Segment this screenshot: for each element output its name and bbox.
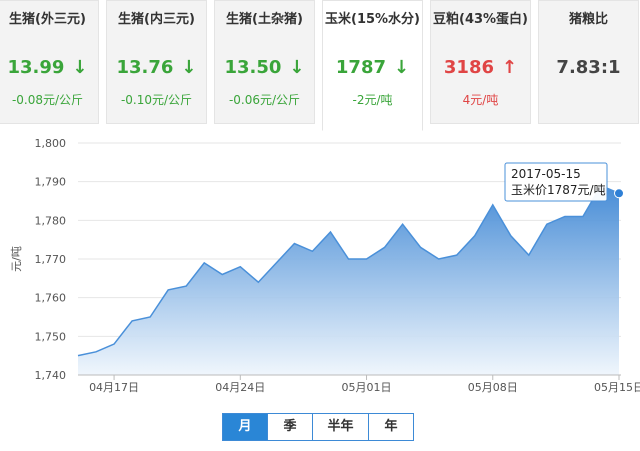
- x-tick-label: 05月01日: [342, 381, 392, 394]
- tab-month[interactable]: 月: [222, 413, 268, 441]
- card-change: -0.10元/公斤: [120, 93, 193, 107]
- card-title: 玉米(15%水分): [325, 12, 420, 27]
- card-price: 7.83:1: [556, 57, 621, 78]
- price-card[interactable]: 生猪(土杂猪) 13.50 ↓ -0.06元/公斤: [214, 0, 315, 124]
- price-card-active[interactable]: 玉米(15%水分) 1787 ↓ -2元/吨: [322, 0, 423, 131]
- data-point-marker: [614, 188, 624, 199]
- y-tick-label: 1,760: [35, 292, 67, 305]
- tab-quarter[interactable]: 季: [267, 413, 313, 441]
- price-cards: 生猪(外三元) 13.99 ↓ -0.08元/公斤 生猪(内三元) 13.76 ↓ …: [0, 0, 640, 131]
- card-title: 豆粕(43%蛋白): [433, 12, 528, 27]
- y-axis-label: 元/吨: [10, 246, 23, 272]
- down-arrow-icon: ↓: [181, 57, 197, 78]
- y-tick-label: 1,780: [35, 214, 67, 227]
- price-chart: 1,740 1,750 1,760 1,770 1,780 1,790 1,800 04月17…: [0, 130, 640, 400]
- down-arrow-icon: ↓: [289, 57, 305, 78]
- y-tick-label: 1,790: [35, 176, 67, 189]
- y-tick-label: 1,740: [35, 369, 67, 382]
- tooltip-date: 2017-05-15: [511, 167, 581, 181]
- tooltip-value: 玉米价1787元/吨: [511, 183, 606, 197]
- down-arrow-icon: ↓: [72, 57, 88, 78]
- card-title: 生猪(内三元): [118, 12, 195, 27]
- tab-half-year[interactable]: 半年: [312, 413, 369, 441]
- card-price: 13.99 ↓: [7, 57, 88, 78]
- tab-year[interactable]: 年: [368, 413, 414, 441]
- y-tick-label: 1,770: [35, 253, 67, 266]
- card-title: 猪粮比: [568, 12, 608, 27]
- card-change: 4元/吨: [462, 93, 499, 107]
- chart-svg: 1,740 1,750 1,760 1,770 1,780 1,790 1,800 04月17…: [10, 137, 640, 394]
- x-tick-label: 04月17日: [89, 381, 139, 394]
- price-card[interactable]: 猪粮比 7.83:1: [538, 0, 639, 124]
- card-change: -0.08元/公斤: [11, 93, 84, 107]
- card-price: 13.50 ↓: [224, 57, 305, 78]
- card-title: 生猪(外三元): [9, 12, 86, 27]
- up-arrow-icon: ↑: [502, 57, 518, 78]
- x-tick-label: 04月24日: [215, 381, 265, 394]
- y-tick-label: 1,750: [35, 330, 67, 343]
- card-title: 生猪(土杂猪): [226, 12, 303, 27]
- card-change: -0.06元/公斤: [228, 93, 301, 107]
- y-tick-label: 1,800: [35, 137, 67, 150]
- down-arrow-icon: ↓: [394, 57, 410, 78]
- card-price: 1787 ↓: [335, 57, 410, 78]
- card-price: 3186 ↑: [443, 57, 518, 78]
- price-card[interactable]: 豆粕(43%蛋白) 3186 ↑ 4元/吨: [430, 0, 531, 124]
- period-tabs: 月 季 半年 年: [222, 413, 414, 441]
- card-price: 13.76 ↓: [116, 57, 197, 78]
- price-card[interactable]: 生猪(外三元) 13.99 ↓ -0.08元/公斤: [0, 0, 99, 124]
- price-card[interactable]: 生猪(内三元) 13.76 ↓ -0.10元/公斤: [106, 0, 207, 124]
- area-fill: [78, 185, 619, 375]
- x-tick-label: 05月08日: [468, 381, 518, 394]
- x-tick-label: 05月15日: [594, 381, 640, 394]
- card-change: -2元/吨: [352, 93, 393, 107]
